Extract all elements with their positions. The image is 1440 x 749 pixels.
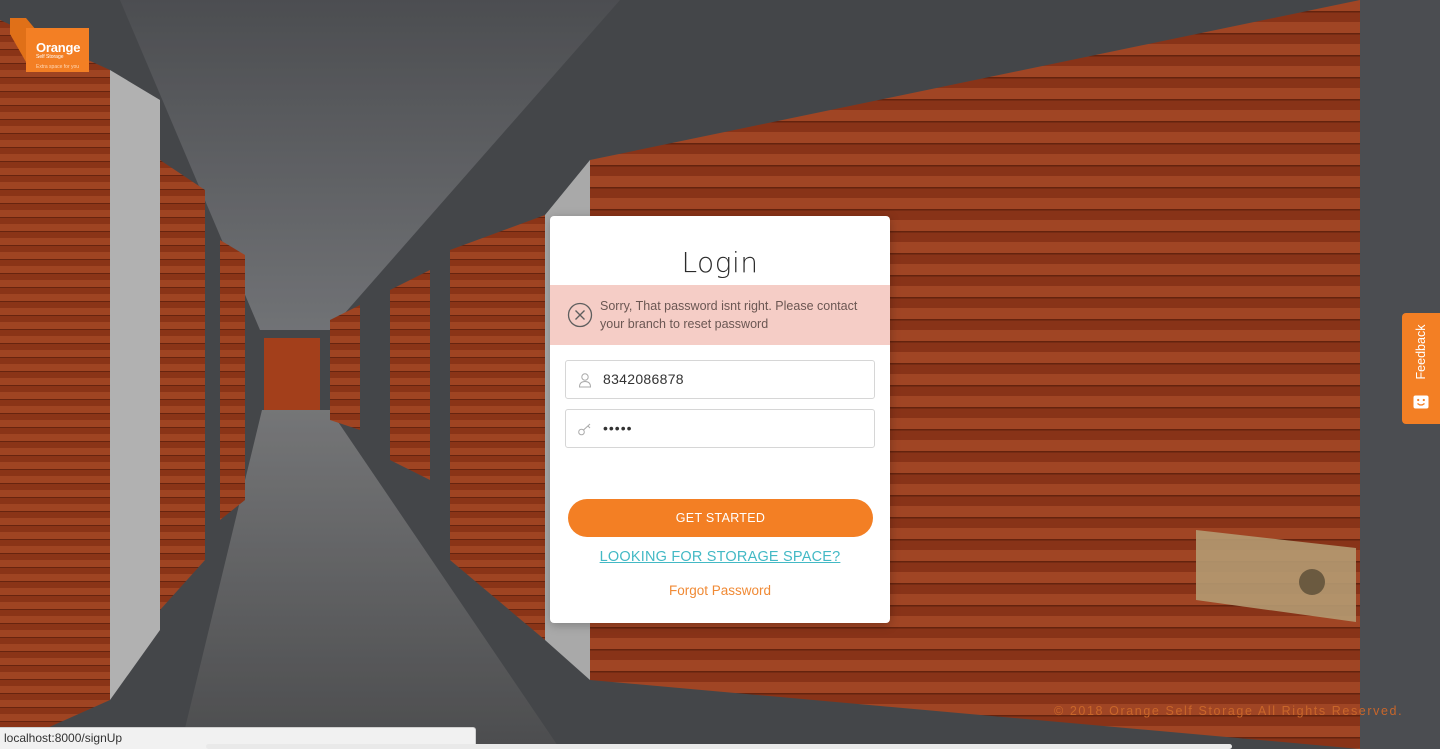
username-field[interactable]: 8342086878 — [565, 360, 875, 399]
key-icon — [578, 423, 591, 436]
horizontal-scrollbar[interactable] — [206, 744, 1232, 749]
error-message: Sorry, That password isnt right. Please … — [600, 299, 858, 331]
login-card: Login Sorry, That password isnt right. P… — [550, 216, 890, 623]
password-value: ••••• — [603, 420, 633, 436]
logo-tagline: Extra space for you — [36, 64, 80, 70]
logo-brand-text: Orange — [36, 40, 81, 55]
username-value: 8342086878 — [603, 371, 684, 387]
copyright-text: © 2018 Orange Self Storage All Rights Re… — [1054, 704, 1404, 718]
password-field[interactable]: ••••• — [565, 409, 875, 448]
logo-sub-text: Self Storage — [36, 54, 64, 60]
forgot-password-link[interactable]: Forgot Password — [550, 583, 890, 598]
error-alert: Sorry, That password isnt right. Please … — [550, 285, 890, 345]
storage-space-link[interactable]: LOOKING FOR STORAGE SPACE? — [550, 549, 890, 565]
get-started-button[interactable]: GET STARTED — [568, 499, 873, 537]
feedback-label: Feedback — [1414, 324, 1428, 380]
feedback-tab[interactable]: Feedback — [1402, 313, 1440, 424]
user-icon — [578, 373, 592, 388]
smiley-icon — [1413, 395, 1429, 409]
brand-logo[interactable]: Orange Self Storage Extra space for you — [10, 18, 90, 72]
login-title: Login — [681, 246, 759, 279]
close-circle-icon[interactable] — [567, 302, 593, 328]
